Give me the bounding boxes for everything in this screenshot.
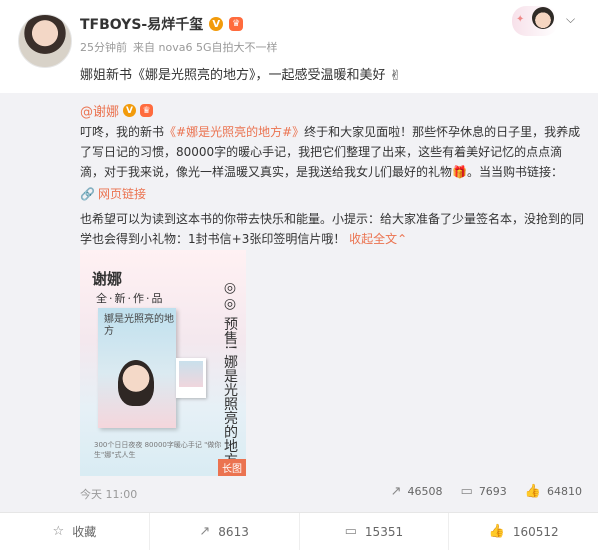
repost-text-part: 也希望可以为读到这本书的你带去快乐和能量。小提示：给大家准备了少量签名本，没抢到… xyxy=(80,212,585,246)
web-link-label: 网页链接 xyxy=(97,187,146,201)
repost-like-count[interactable]: 👍 64810 xyxy=(525,484,582,499)
post-source: 来自 nova6 5G自拍大不一样 xyxy=(133,41,278,54)
share-icon: ↗ xyxy=(199,524,211,539)
repost-share-value: 46508 xyxy=(407,485,443,498)
polaroid-photo xyxy=(176,358,206,398)
share-icon: ↗ xyxy=(390,484,402,499)
link-icon: 🔗 xyxy=(80,186,95,201)
star-icon: ☆ xyxy=(52,524,65,539)
username[interactable]: TFBOYS-易烊千玺 xyxy=(80,14,203,34)
card-decoration: ✦ xyxy=(512,6,558,36)
favorite-button[interactable]: ☆ 收藏 xyxy=(0,513,150,550)
verified-icon: V xyxy=(209,17,224,31)
vertical-title: ◎◎ 预售! 娜是光照亮的地方 xyxy=(208,280,238,467)
post-meta: 25分钟前 来自 nova6 5G自拍大不一样 xyxy=(80,39,277,55)
crown-icon: ♛ xyxy=(229,17,244,31)
decoration-avatar xyxy=(532,7,554,29)
cover-title: 娜是光照亮的地方 xyxy=(104,314,174,337)
thumbs-up-icon: 👍 xyxy=(524,484,541,499)
comment-icon: ▭ xyxy=(344,524,357,539)
book-image[interactable]: 谢娜 全·新·作·品 娜是光照亮的地方 ◎◎ 预售! 娜是光照亮的地方 300个… xyxy=(80,250,246,476)
thumbs-up-icon: 👍 xyxy=(488,524,505,539)
repost-stats: ↗ 46508 ▭ 7693 👍 64810 xyxy=(391,484,582,499)
post-author: TFBOYS-易烊千玺 V ♛ xyxy=(80,14,244,34)
chevron-down-icon[interactable]: ⌵ xyxy=(566,12,575,27)
repost-author: @谢娜 V ♛ xyxy=(80,101,154,120)
book-cover: 娜是光照亮的地方 xyxy=(98,308,176,428)
repost-share-count[interactable]: ↗ 46508 xyxy=(391,484,443,499)
avatar[interactable] xyxy=(18,14,72,68)
web-link[interactable]: 🔗 网页链接 xyxy=(80,185,146,202)
victory-hand-icon: ✌ xyxy=(389,68,402,84)
repost-text: 叮咚，我的新书《#娜是光照亮的地方#》终于和大家见面啦！那些怀孕休息的日子里，我… xyxy=(80,122,586,182)
verified-icon: V xyxy=(123,104,137,117)
repost-username[interactable]: @谢娜 xyxy=(80,101,119,120)
repost-text-2: 也希望可以为读到这本书的你带去快乐和能量。小提示：给大家准备了少量签名本，没抢到… xyxy=(80,209,586,249)
like-button[interactable]: 👍 160512 xyxy=(449,513,598,550)
comment-count: 15351 xyxy=(364,524,404,539)
long-image-badge: 长图 xyxy=(218,459,246,476)
comment-button[interactable]: ▭ 15351 xyxy=(300,513,450,550)
repost-text-part: 叮咚，我的新书 xyxy=(80,125,165,139)
post-time[interactable]: 25分钟前 xyxy=(80,39,127,55)
weibo-post: TFBOYS-易烊千玺 V ♛ 25分钟前 来自 nova6 5G自拍大不一样 … xyxy=(0,0,598,550)
repost-time[interactable]: 今天 11:00 xyxy=(80,486,137,502)
comment-icon: ▭ xyxy=(460,484,473,499)
action-bar: ☆ 收藏 ↗ 8613 ▭ 15351 👍 160512 xyxy=(0,512,598,550)
collapse-text-button[interactable]: 收起全文 xyxy=(349,232,397,246)
chevron-up-icon[interactable]: ⌃ xyxy=(397,232,407,246)
sparkle-icon: ✦ xyxy=(516,14,525,25)
cover-photo xyxy=(118,360,154,406)
repost-comment-value: 7693 xyxy=(478,485,507,498)
repost-comment-count[interactable]: ▭ 7693 xyxy=(461,484,507,499)
like-count: 160512 xyxy=(512,524,559,539)
favorite-label: 收藏 xyxy=(72,525,97,539)
repost-count: 8613 xyxy=(218,524,249,539)
image-bottom-text: 300个日日夜夜 80000字暖心手记 "做你生"娜"式人生 xyxy=(94,441,222,459)
post-text-content: 娜姐新书《娜是光照亮的地方》，一起感受温暖和美好 xyxy=(80,68,386,83)
crown-icon: ♛ xyxy=(140,104,154,117)
repost-block: @谢娜 V ♛ 叮咚，我的新书《#娜是光照亮的地方#》终于和大家见面啦！那些怀孕… xyxy=(0,93,598,512)
repost-button[interactable]: ↗ 8613 xyxy=(150,513,300,550)
post-text: 娜姐新书《娜是光照亮的地方》，一起感受温暖和美好 ✌ xyxy=(80,67,401,85)
image-subtitle: 全·新·作·品 xyxy=(96,292,165,305)
repost-like-value: 64810 xyxy=(547,485,582,498)
image-title: 谢娜 xyxy=(92,270,123,288)
presale-label: ◎◎ 预售! xyxy=(222,280,238,351)
book-topic-link[interactable]: 《#娜是光照亮的地方#》 xyxy=(164,125,304,139)
